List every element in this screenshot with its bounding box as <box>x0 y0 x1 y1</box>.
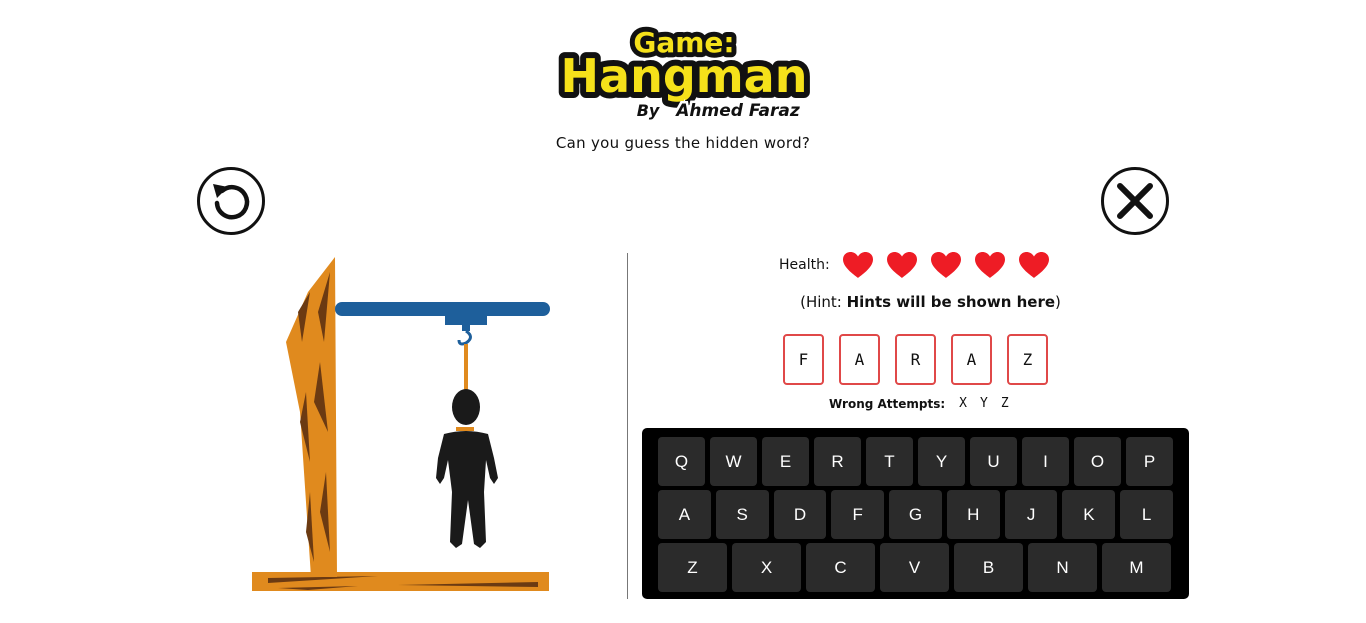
wrong-letter: Y <box>980 396 988 411</box>
wrong-attempts: Wrong Attempts: XYZ <box>829 396 1009 411</box>
key-s[interactable]: S <box>715 490 769 539</box>
page-subtitle: Can you guess the hidden word? <box>555 134 811 152</box>
key-l[interactable]: L <box>1120 490 1174 539</box>
heart-icon <box>886 252 917 278</box>
key-e[interactable]: E <box>762 437 809 486</box>
rope <box>464 344 468 390</box>
letter-slot: Z <box>1007 334 1048 385</box>
hanged-figure <box>436 389 498 548</box>
key-m[interactable]: M <box>1102 543 1171 592</box>
key-q[interactable]: Q <box>658 437 705 486</box>
hint-display: (Hint: Hints will be shown here) <box>0 293 1366 311</box>
keyboard-row: QWERTYUIOP <box>658 437 1173 486</box>
logo-by-text: By <box>637 101 660 120</box>
wrong-letters: XYZ <box>959 396 1008 411</box>
key-o[interactable]: O <box>1074 437 1121 486</box>
key-b[interactable]: B <box>954 543 1023 592</box>
key-j[interactable]: J <box>1004 490 1058 539</box>
on-screen-keyboard: QWERTYUIOPASDFGHJKLZXCVBNM <box>642 428 1189 599</box>
key-n[interactable]: N <box>1028 543 1097 592</box>
hearts-container <box>842 251 1050 279</box>
key-y[interactable]: Y <box>918 437 965 486</box>
letter-slot: F <box>783 334 824 385</box>
key-t[interactable]: T <box>866 437 913 486</box>
wrong-letter: X <box>959 396 967 411</box>
key-u[interactable]: U <box>970 437 1017 486</box>
word-slots: FARAZ <box>783 334 1048 385</box>
key-g[interactable]: G <box>889 490 942 539</box>
health-display: Health: <box>779 250 1050 280</box>
logo-author-text: Ahmed Faraz <box>674 101 800 121</box>
wrong-attempts-label: Wrong Attempts: <box>829 396 946 411</box>
key-w[interactable]: W <box>710 437 757 486</box>
key-z[interactable]: Z <box>658 543 727 592</box>
game-logo: Game: Hangman By Ahmed Faraz <box>548 12 820 134</box>
hint-text: Hints will be shown here <box>846 293 1056 311</box>
key-d[interactable]: D <box>773 490 827 539</box>
key-i[interactable]: I <box>1022 437 1069 486</box>
close-button[interactable] <box>1101 167 1169 235</box>
key-k[interactable]: K <box>1062 490 1116 539</box>
letter-slot: A <box>839 334 880 385</box>
wrong-letter: Z <box>1000 396 1009 411</box>
key-v[interactable]: V <box>880 543 949 592</box>
hint-prefix: (Hint: <box>800 293 847 311</box>
keyboard-row: ASDFGHJKL <box>658 490 1174 539</box>
restart-icon <box>213 184 250 220</box>
heart-icon <box>974 252 1005 278</box>
key-p[interactable]: P <box>1126 437 1173 486</box>
key-x[interactable]: X <box>732 543 801 592</box>
letter-slot: A <box>951 334 992 385</box>
key-r[interactable]: R <box>814 437 861 486</box>
heart-icon <box>930 252 961 278</box>
close-icon <box>1117 183 1153 219</box>
heart-icon <box>1018 252 1049 278</box>
key-f[interactable]: F <box>831 490 885 539</box>
keyboard-row: ZXCVBNM <box>658 543 1173 592</box>
key-a[interactable]: A <box>658 490 711 539</box>
letter-slot: R <box>895 334 936 385</box>
hint-suffix: ) <box>1055 293 1061 311</box>
key-h[interactable]: H <box>946 490 1000 539</box>
key-c[interactable]: C <box>806 543 875 592</box>
heart-icon <box>842 252 873 278</box>
health-label: Health: <box>779 257 830 273</box>
logo-hangman-text: Hangman <box>561 49 808 103</box>
restart-button[interactable] <box>197 167 265 235</box>
